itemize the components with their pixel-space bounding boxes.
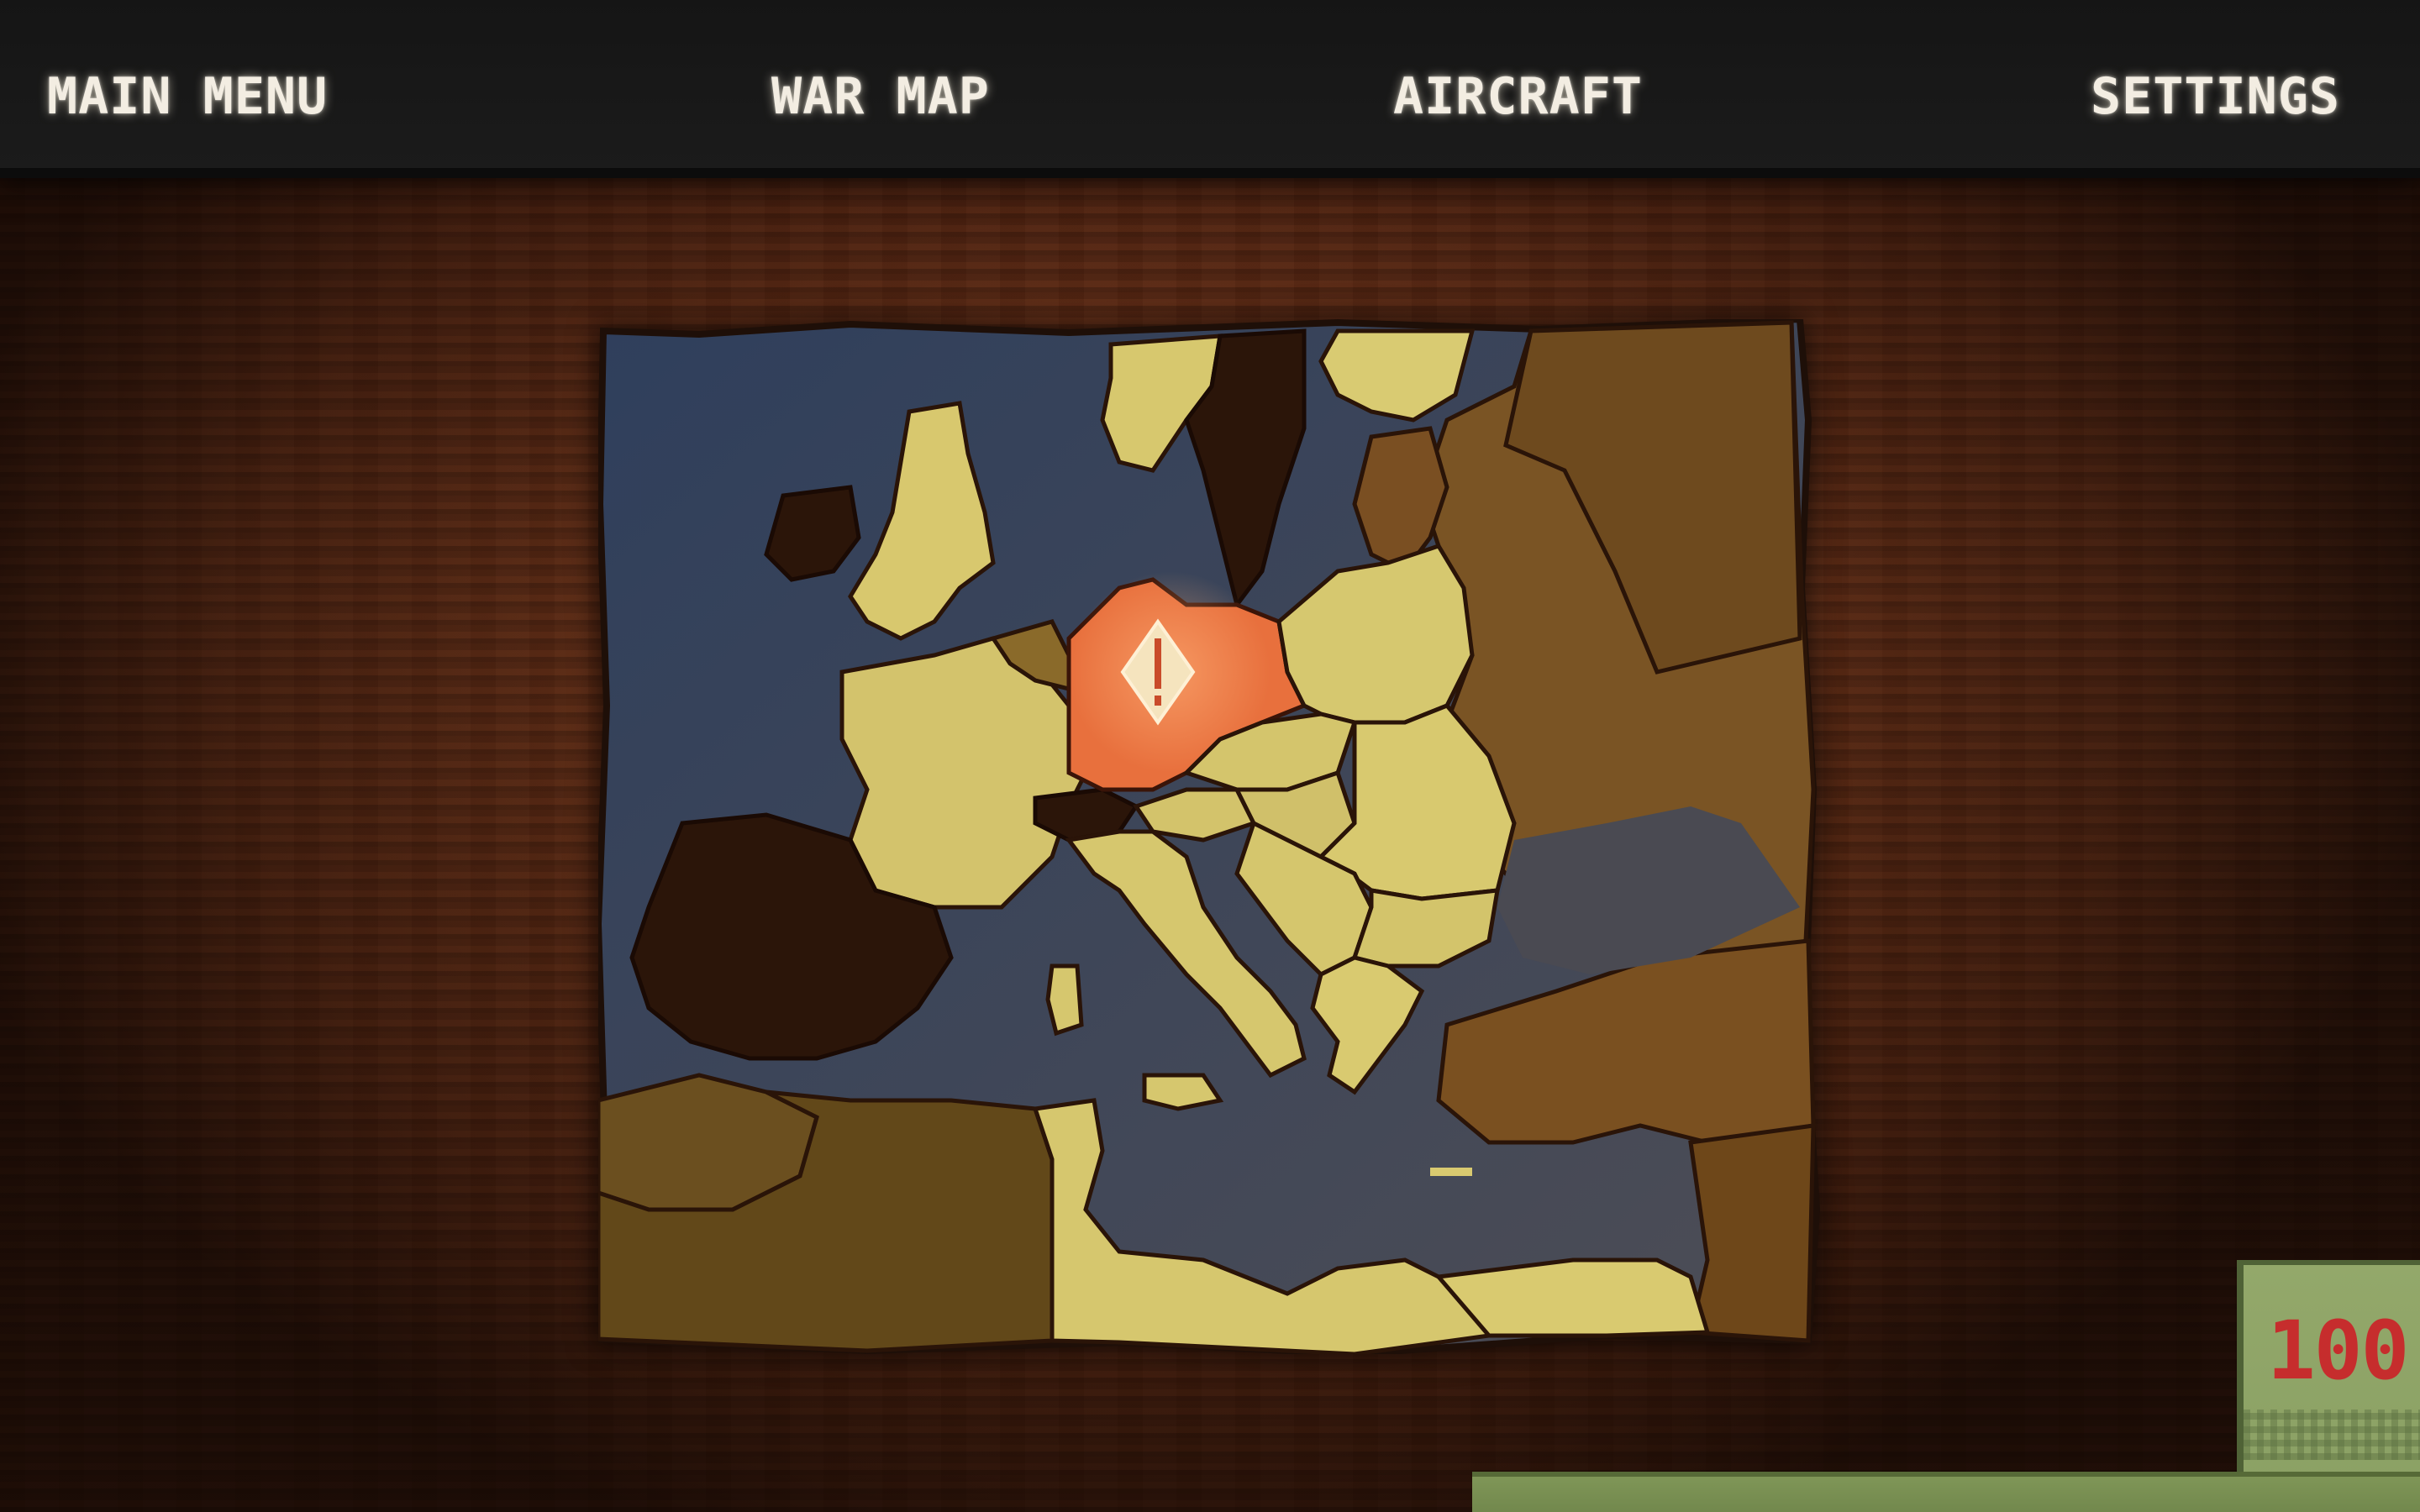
game-screen: MAIN MENU WAR MAP AIRCRAFT SETTINGS 100 [0, 0, 2420, 1512]
aircraft-tab[interactable]: AIRCRAFT [1393, 67, 1643, 126]
top-navigation-bar: MAIN MENU WAR MAP AIRCRAFT SETTINGS [0, 0, 2420, 168]
region-crete[interactable] [1430, 1168, 1472, 1176]
war-map-svg [598, 319, 1821, 1354]
bottom-tray [1472, 1472, 2420, 1512]
europe-war-map [598, 319, 1822, 1354]
region-sardinia[interactable] [1045, 963, 1084, 1037]
region-sicily[interactable] [1142, 1073, 1224, 1111]
money-counter-pattern [2244, 1410, 2420, 1460]
war-map-tab[interactable]: WAR MAP [771, 67, 990, 126]
settings-button[interactable]: SETTINGS [2091, 67, 2340, 126]
main-menu-button[interactable]: MAIN MENU [47, 67, 328, 126]
money-amount: 100 [2267, 1304, 2409, 1398]
region-egypt[interactable] [1434, 1257, 1711, 1338]
region-middle-east[interactable] [1687, 1123, 1816, 1343]
